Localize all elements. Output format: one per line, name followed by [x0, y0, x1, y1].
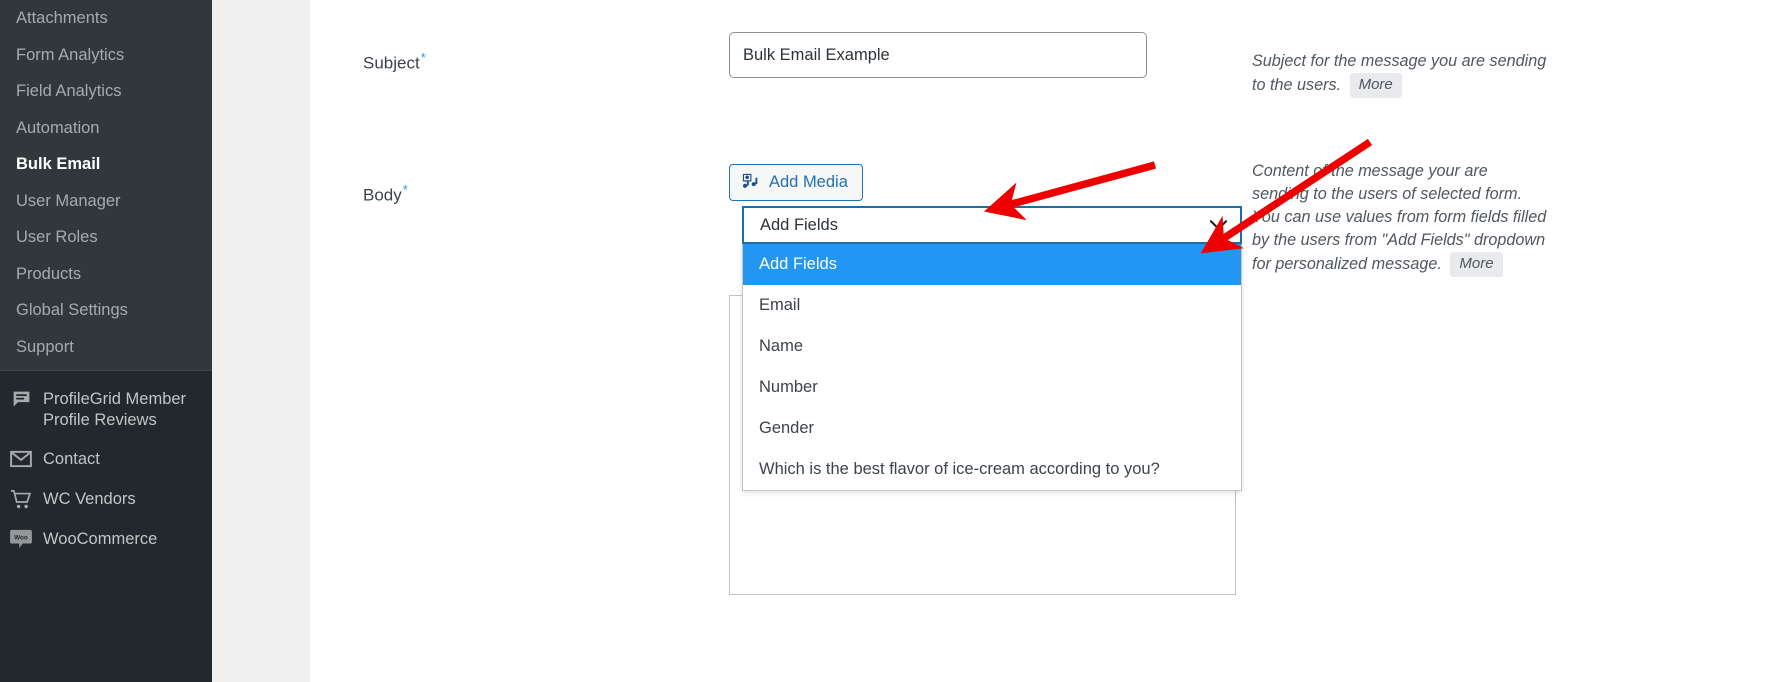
subject-label: Subject*: [363, 50, 426, 74]
required-asterisk: *: [420, 50, 426, 65]
subject-label-text: Subject: [363, 53, 420, 73]
sidebar-toplevel-menu: ProfileGrid Member Profile Reviews Conta…: [0, 371, 212, 682]
sidebar-item-contact[interactable]: Contact: [0, 439, 212, 479]
cart-icon: [10, 488, 32, 510]
dropdown-option-ice-cream-question[interactable]: Which is the best flavor of ice-cream ac…: [743, 449, 1241, 490]
more-button[interactable]: More: [1450, 252, 1503, 277]
sidebar-item-wc-vendors[interactable]: WC Vendors: [0, 479, 212, 519]
add-fields-selected-value: Add Fields: [760, 215, 838, 234]
dropdown-option-email[interactable]: Email: [743, 285, 1241, 326]
sidebar-item-bulk-email[interactable]: Bulk Email: [0, 146, 212, 183]
add-fields-dropdown-list[interactable]: Add Fields Email Name Number Gender Whic…: [742, 244, 1242, 491]
sidebar-item-attachments[interactable]: Attachments: [0, 0, 212, 37]
sidebar-item-automation[interactable]: Automation: [0, 110, 212, 147]
required-asterisk: *: [402, 182, 408, 197]
add-fields-select[interactable]: Add Fields: [742, 206, 1242, 244]
sidebar-item-global-settings[interactable]: Global Settings: [0, 292, 212, 329]
add-fields-select-wrapper: Add Fields Add Fields Email Name Number …: [742, 206, 1242, 491]
body-help-text: Content of the message your are sending …: [1252, 160, 1547, 277]
subject-help-text: Subject for the message you are sending …: [1252, 50, 1547, 98]
dropdown-option-name[interactable]: Name: [743, 326, 1241, 367]
sidebar-item-label: WooCommerce: [43, 530, 158, 549]
sidebar-item-user-roles[interactable]: User Roles: [0, 219, 212, 256]
comment-icon: [10, 388, 32, 410]
svg-text:Woo: Woo: [14, 535, 28, 542]
dropdown-option-gender[interactable]: Gender: [743, 408, 1241, 449]
chevron-down-icon: [1209, 219, 1228, 231]
main-content: Subject* Subject for the message you are…: [310, 0, 1777, 682]
sidebar-item-support[interactable]: Support: [0, 329, 212, 366]
sidebar-item-user-manager[interactable]: User Manager: [0, 183, 212, 220]
content-gutter: [212, 0, 310, 682]
add-media-label: Add Media: [769, 173, 848, 191]
body-label: Body*: [363, 182, 408, 206]
admin-sidebar: Attachments Form Analytics Field Analyti…: [0, 0, 212, 682]
sidebar-item-label: WC Vendors: [43, 490, 136, 509]
woocommerce-icon: Woo: [10, 528, 32, 550]
sidebar-item-label: ProfileGrid Member Profile Reviews: [43, 390, 187, 429]
subject-input[interactable]: [729, 32, 1147, 78]
page-root: Attachments Form Analytics Field Analyti…: [0, 0, 1777, 682]
sidebar-item-label: Contact: [43, 450, 100, 469]
media-icon: [741, 171, 760, 195]
envelope-icon: [10, 448, 32, 470]
add-media-button[interactable]: Add Media: [729, 164, 863, 201]
dropdown-option-add-fields[interactable]: Add Fields: [743, 244, 1241, 285]
dropdown-option-number[interactable]: Number: [743, 367, 1241, 408]
sidebar-item-profilegrid-member-profile-reviews[interactable]: ProfileGrid Member Profile Reviews: [0, 379, 212, 439]
sidebar-item-products[interactable]: Products: [0, 256, 212, 293]
more-button[interactable]: More: [1349, 73, 1402, 98]
sidebar-item-field-analytics[interactable]: Field Analytics: [0, 73, 212, 110]
body-label-text: Body: [363, 185, 402, 205]
sidebar-item-form-analytics[interactable]: Form Analytics: [0, 37, 212, 74]
sidebar-item-woocommerce[interactable]: Woo WooCommerce: [0, 519, 212, 559]
sidebar-submenu: Attachments Form Analytics Field Analyti…: [0, 0, 212, 365]
